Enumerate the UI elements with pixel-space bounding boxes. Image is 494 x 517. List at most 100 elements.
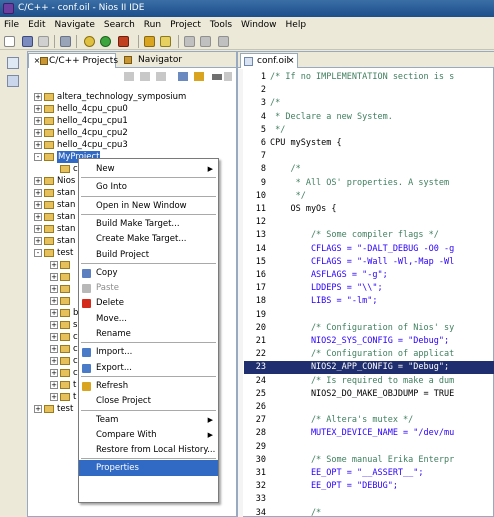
menu-search[interactable]: Search <box>100 17 140 33</box>
code-line[interactable]: OS myOs { <box>270 203 336 216</box>
expand-icon[interactable]: + <box>50 393 58 401</box>
code-line[interactable]: * Declare a new System. <box>270 111 393 124</box>
menu-edit[interactable]: Edit <box>24 17 50 33</box>
forward-icon[interactable] <box>140 72 150 81</box>
menu-item-build-project[interactable]: Build Project <box>79 247 218 263</box>
external-tools-icon[interactable] <box>118 36 129 47</box>
tab-conf-oil[interactable]: conf.oil × <box>240 53 298 68</box>
code-line[interactable]: LIBS = "-lm"; <box>270 295 378 308</box>
expand-icon[interactable]: + <box>50 345 58 353</box>
code-line[interactable]: NIOS2_APP_CONFIG = "Debug"; <box>270 361 449 374</box>
code-line[interactable]: CFLAGS = "-DALT_DEBUG -O0 -g <box>270 243 454 256</box>
expand-icon[interactable]: + <box>34 105 42 113</box>
expand-icon[interactable]: + <box>50 321 58 329</box>
code-line[interactable]: ASFLAGS = "-g"; <box>270 269 388 282</box>
tab-cpp-projects[interactable]: × C/C++ Projects <box>28 53 118 68</box>
code-line[interactable]: /* Is required to make a dum <box>270 375 454 388</box>
code-line[interactable]: /* Some compiler flags */ <box>270 229 439 242</box>
menu-item-copy[interactable]: Copy <box>79 265 218 281</box>
menu-item-delete[interactable]: Delete <box>79 295 218 311</box>
menu-item-team[interactable]: Team ▶ <box>79 412 218 428</box>
code-line[interactable]: /* If no IMPLEMENTATION section is s <box>270 71 454 84</box>
menu-item-go-into[interactable]: Go Into <box>79 179 218 195</box>
code-line[interactable]: MUTEX_DEVICE_NAME = "/dev/mu <box>270 427 454 440</box>
menu-item-properties[interactable]: Properties <box>79 460 218 477</box>
expand-icon[interactable]: + <box>50 369 58 377</box>
up-icon[interactable] <box>156 72 166 81</box>
expand-icon[interactable]: + <box>50 273 58 281</box>
code-line[interactable]: /* Altera's mutex */ <box>270 414 413 427</box>
expand-icon[interactable]: + <box>34 177 42 185</box>
menu-item-restore-from-local-history[interactable]: Restore from Local History... <box>79 442 218 458</box>
console-view-icon[interactable] <box>7 75 19 87</box>
expand-icon[interactable]: + <box>34 405 42 413</box>
code-line[interactable]: EE_OPT = "__ASSERT__"; <box>270 467 424 480</box>
menu-help[interactable]: Help <box>282 17 312 33</box>
code-line[interactable]: */ <box>270 190 306 203</box>
forward-arrow-icon[interactable] <box>218 36 229 47</box>
code-line[interactable]: /* <box>270 507 321 517</box>
expand-icon[interactable]: + <box>34 201 42 209</box>
back-icon[interactable] <box>124 72 134 81</box>
expand-icon[interactable]: + <box>50 357 58 365</box>
expand-icon[interactable]: + <box>50 297 58 305</box>
run-icon[interactable] <box>100 36 111 47</box>
code-line[interactable]: /* <box>270 163 300 176</box>
expand-icon[interactable]: + <box>50 261 58 269</box>
code-line[interactable]: */ <box>270 124 285 137</box>
expand-icon[interactable]: + <box>50 285 58 293</box>
menu-item-close-project[interactable]: Close Project <box>79 393 218 409</box>
search-icon[interactable] <box>160 36 171 47</box>
menu-item-compare-with[interactable]: Compare With ▶ <box>79 427 218 443</box>
menu-item-move[interactable]: Move... <box>79 311 218 327</box>
collapse-icon[interactable]: - <box>34 153 42 161</box>
menu-item-paste[interactable]: Paste <box>79 280 218 296</box>
expand-icon[interactable]: + <box>34 237 42 245</box>
save-all-icon[interactable] <box>38 36 49 47</box>
expand-icon[interactable]: + <box>34 189 42 197</box>
menu-item-export[interactable]: Export... <box>79 360 218 376</box>
menu-item-import[interactable]: Import... <box>79 344 218 360</box>
last-edit-icon[interactable] <box>184 36 195 47</box>
code-line[interactable]: CPU mySystem { <box>270 137 342 150</box>
expand-icon[interactable]: + <box>50 381 58 389</box>
back-arrow-icon[interactable] <box>200 36 211 47</box>
link-with-editor-icon[interactable] <box>194 72 204 81</box>
menu-item-new[interactable]: New ▶ <box>79 161 218 177</box>
menu-project[interactable]: Project <box>166 17 206 33</box>
menu-item-create-make-target[interactable]: Create Make Target... <box>79 231 218 247</box>
expand-icon[interactable]: + <box>50 333 58 341</box>
debug-bug-icon[interactable] <box>84 36 95 47</box>
code-line[interactable]: /* Configuration of Nios' sy <box>270 322 454 335</box>
expand-icon[interactable]: + <box>34 93 42 101</box>
outline-view-icon[interactable] <box>7 57 19 69</box>
menu-file[interactable]: File <box>0 17 24 33</box>
expand-icon[interactable]: + <box>34 213 42 221</box>
menu-item-refresh[interactable]: Refresh <box>79 378 218 394</box>
close-tab-icon[interactable]: × <box>287 54 295 68</box>
view-menu-icon[interactable] <box>212 74 222 80</box>
save-icon[interactable] <box>22 36 33 47</box>
code-line[interactable]: NIOS2_SYS_CONFIG = "Debug"; <box>270 335 449 348</box>
code-line[interactable]: CFLAGS = "-Wall -Wl,-Map -Wl <box>270 256 454 269</box>
code-line[interactable]: EE_OPT = "DEBUG"; <box>270 480 398 493</box>
menu-tools[interactable]: Tools <box>206 17 237 33</box>
minimize-icon[interactable] <box>224 72 232 81</box>
expand-icon[interactable]: + <box>50 309 58 317</box>
collapse-icon[interactable]: - <box>34 249 42 257</box>
code-line[interactable]: /* <box>270 97 280 110</box>
expand-icon[interactable]: + <box>34 225 42 233</box>
print-icon[interactable] <box>60 36 71 47</box>
code-area[interactable]: 1/* If no IMPLEMENTATION section is s 2 3/… <box>238 69 494 517</box>
code-line[interactable]: /* Some manual Erika Enterpr <box>270 454 454 467</box>
code-line[interactable]: LDDEPS = "\\"; <box>270 282 383 295</box>
menu-run[interactable]: Run <box>140 17 166 33</box>
menu-item-open-in-new-window[interactable]: Open in New Window <box>79 198 218 214</box>
menu-navigate[interactable]: Navigate <box>51 17 100 33</box>
code-line[interactable]: /* Configuration of applicat <box>270 348 454 361</box>
tab-navigator[interactable]: Navigator <box>118 53 190 68</box>
menu-item-rename[interactable]: Rename <box>79 326 218 342</box>
collapse-all-icon[interactable] <box>178 72 188 81</box>
menu-window[interactable]: Window <box>237 17 282 33</box>
expand-icon[interactable]: + <box>34 117 42 125</box>
